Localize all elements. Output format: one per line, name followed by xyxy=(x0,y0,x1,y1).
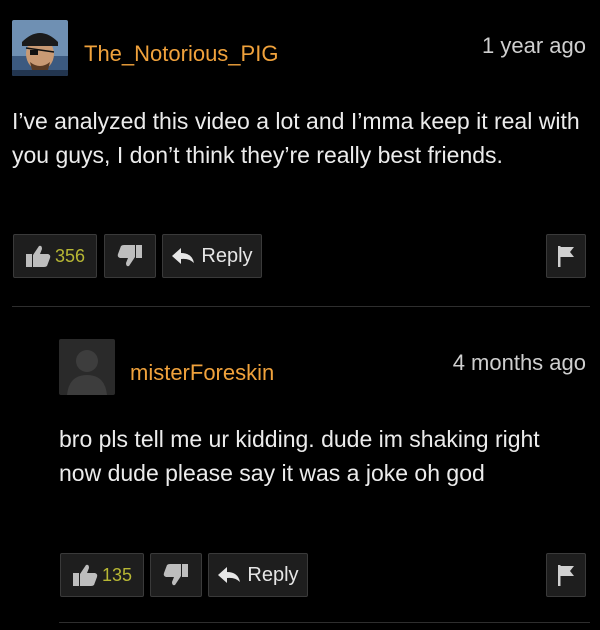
comment-1-dislike-button[interactable] xyxy=(104,234,156,278)
comment-2-body: bro pls tell me ur kidding. dude im shak… xyxy=(59,426,540,486)
comment-2-like-button[interactable]: 135 xyxy=(60,553,144,597)
avatar-default[interactable] xyxy=(59,339,115,395)
flag-icon xyxy=(556,563,576,587)
thumbs-down-icon xyxy=(163,563,189,587)
avatar-pirate-image xyxy=(12,20,68,76)
comment-1-like-count: 356 xyxy=(54,245,86,266)
comment-1-reply-label: Reply xyxy=(201,244,253,267)
default-avatar-icon xyxy=(59,339,115,395)
comment-1-timestamp: 1 year ago xyxy=(482,33,586,58)
comment-2-reply-button[interactable]: Reply xyxy=(208,553,308,597)
comment-divider xyxy=(12,306,590,307)
reply-arrow-icon xyxy=(171,247,195,265)
thumbs-up-icon xyxy=(25,244,51,268)
thumbs-up-icon xyxy=(72,563,98,587)
comment-2-username[interactable]: misterForeskin xyxy=(130,360,274,386)
comment-1-body: I’ve analyzed this video a lot and I’mma… xyxy=(12,108,580,168)
thumbs-down-icon xyxy=(117,244,143,268)
comment-1-username[interactable]: The_Notorious_PIG xyxy=(84,41,278,67)
avatar-pirate[interactable] xyxy=(12,20,68,76)
comment-2-reply-label: Reply xyxy=(247,563,299,586)
comment-2-like-count: 135 xyxy=(101,564,133,585)
comment-divider-bottom xyxy=(59,622,590,623)
flag-icon xyxy=(556,244,576,268)
comment-1-flag-button[interactable] xyxy=(546,234,586,278)
reply-arrow-icon xyxy=(217,566,241,584)
comment-2-timestamp: 4 months ago xyxy=(452,350,586,375)
comment-1-like-button[interactable]: 356 xyxy=(13,234,97,278)
comment-2-dislike-button[interactable] xyxy=(150,553,202,597)
comment-1-reply-button[interactable]: Reply xyxy=(162,234,262,278)
comment-2-flag-button[interactable] xyxy=(546,553,586,597)
